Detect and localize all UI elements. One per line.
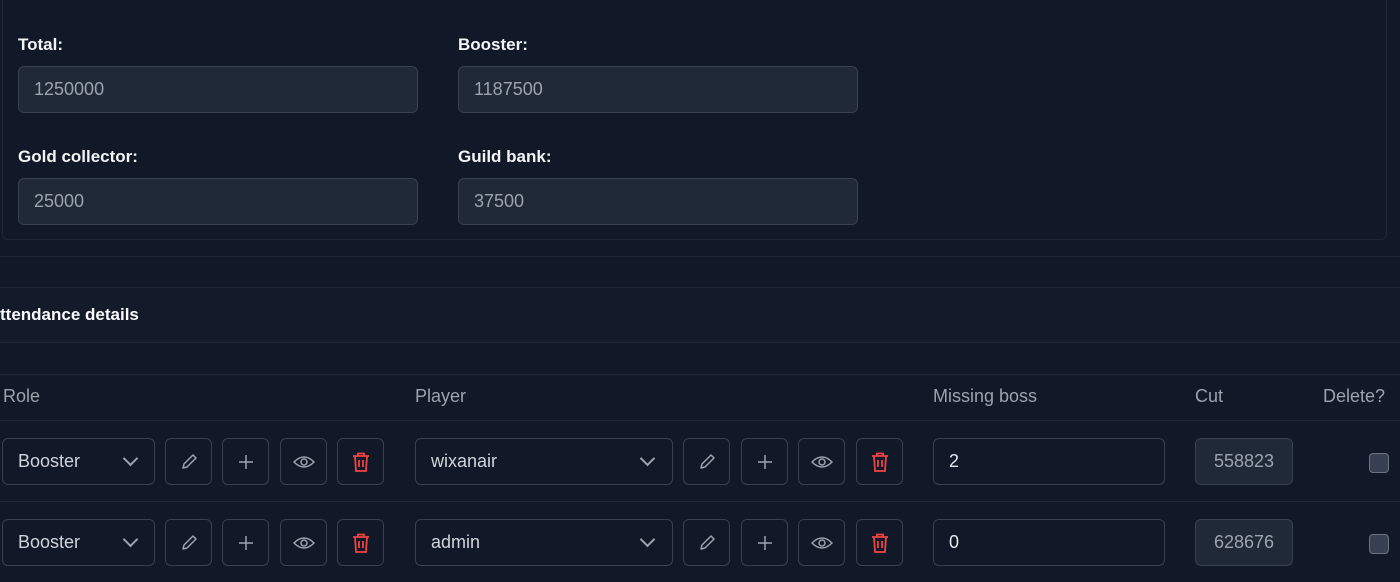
plus-icon — [757, 454, 772, 469]
booster-label: Booster: — [458, 35, 528, 54]
delete-checkbox[interactable] — [1369, 534, 1389, 554]
total-label: Total: — [18, 35, 64, 54]
cut-field: 558823 — [1195, 438, 1293, 485]
column-header-delete: Delete? — [1323, 386, 1386, 406]
gold-collector-field[interactable]: 25000 — [18, 178, 418, 225]
guild-bank-label: Guild bank: — [458, 147, 552, 166]
row-border — [0, 501, 1400, 502]
role-value: Booster — [18, 532, 81, 552]
header-row-border — [0, 420, 1400, 421]
trash-icon — [352, 452, 369, 472]
column-header-cut: Cut — [1195, 386, 1224, 406]
chevron-down-icon — [122, 450, 139, 467]
player-select[interactable]: admin — [415, 519, 673, 566]
table-row: Booster admin 0 628676 — [0, 519, 1400, 566]
missing-boss-input[interactable]: 0 — [933, 519, 1165, 566]
table-top-border — [0, 374, 1400, 375]
delete-checkbox[interactable] — [1369, 453, 1389, 473]
role-value: Booster — [18, 451, 81, 471]
delete-player-button[interactable] — [856, 438, 903, 485]
plus-icon — [757, 535, 772, 550]
pencil-icon — [699, 453, 715, 469]
edit-player-button[interactable] — [683, 438, 730, 485]
chevron-down-icon — [639, 450, 656, 467]
missing-boss-input[interactable]: 2 — [933, 438, 1165, 485]
eye-icon — [810, 455, 833, 468]
eye-icon — [810, 536, 833, 549]
pencil-icon — [181, 534, 197, 550]
trash-icon — [352, 533, 369, 553]
view-role-button[interactable] — [280, 438, 327, 485]
view-player-button[interactable] — [798, 438, 845, 485]
role-select[interactable]: Booster — [2, 519, 155, 566]
view-role-button[interactable] — [280, 519, 327, 566]
view-player-button[interactable] — [798, 519, 845, 566]
booster-field[interactable]: 1187500 — [458, 66, 858, 113]
delete-role-button[interactable] — [337, 519, 384, 566]
cut-field: 628676 — [1195, 519, 1293, 566]
role-select[interactable]: Booster — [2, 438, 155, 485]
attendance-title: ttendance details — [0, 305, 139, 324]
delete-role-button[interactable] — [337, 438, 384, 485]
pencil-icon — [181, 453, 197, 469]
trash-icon — [871, 533, 888, 553]
player-value: wixanair — [431, 451, 498, 471]
add-role-button[interactable] — [222, 519, 269, 566]
gold-collector-label: Gold collector: — [18, 147, 138, 166]
edit-role-button[interactable] — [165, 438, 212, 485]
add-player-button[interactable] — [741, 438, 788, 485]
divider — [0, 256, 1400, 257]
add-role-button[interactable] — [222, 438, 269, 485]
chevron-down-icon — [122, 531, 139, 548]
eye-icon — [292, 455, 315, 468]
chevron-down-icon — [639, 531, 656, 548]
edit-role-button[interactable] — [165, 519, 212, 566]
player-select[interactable]: wixanair — [415, 438, 673, 485]
plus-icon — [238, 454, 253, 469]
pencil-icon — [699, 534, 715, 550]
column-header-role: Role — [3, 386, 41, 406]
column-header-missing-boss: Missing boss — [933, 386, 1038, 406]
table-row: Booster wixanair 2 558823 — [0, 438, 1400, 485]
delete-player-button[interactable] — [856, 519, 903, 566]
trash-icon — [871, 452, 888, 472]
edit-player-button[interactable] — [683, 519, 730, 566]
total-field[interactable]: 1250000 — [18, 66, 418, 113]
eye-icon — [292, 536, 315, 549]
guild-bank-field[interactable]: 37500 — [458, 178, 858, 225]
column-header-player: Player — [415, 386, 467, 406]
player-value: admin — [431, 532, 481, 552]
add-player-button[interactable] — [741, 519, 788, 566]
plus-icon — [238, 535, 253, 550]
attendance-header-bar — [0, 287, 1400, 343]
